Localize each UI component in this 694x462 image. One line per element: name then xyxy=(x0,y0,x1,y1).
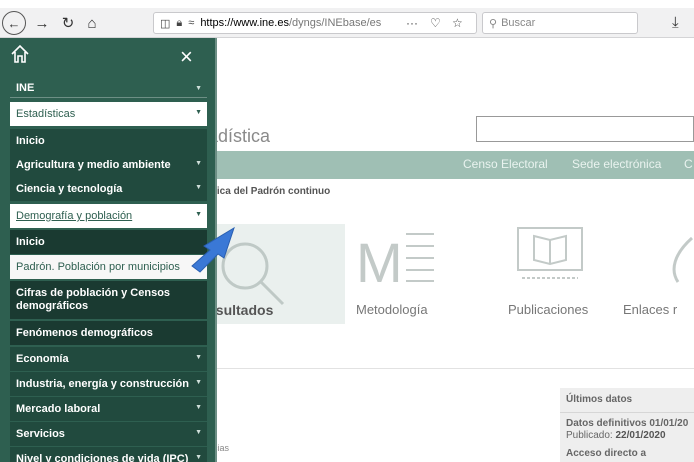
side-menu: × INE ▼ Estadísticas ▼ Inicio Agricultura … xyxy=(0,38,217,462)
permissions-icon: ≈ xyxy=(188,17,195,29)
chevron-down-icon: ▼ xyxy=(195,429,202,436)
breadcrumb: stica del Padrón continuo xyxy=(208,186,331,197)
published-date: Publicado: 22/01/2020 xyxy=(566,430,666,441)
browser-toolbar: ← → ↻ ⌂ ◫ 🔒︎ ≈ https://www.ine.es/dyngs/… xyxy=(0,8,694,38)
latest-data-heading: Últimos datos xyxy=(566,394,633,405)
chevron-down-icon: ▼ xyxy=(195,454,202,461)
browser-search-input[interactable]: ⚲ Buscar xyxy=(482,12,638,34)
tile-label-metodologia[interactable]: Metodología xyxy=(356,302,428,317)
home-icon[interactable] xyxy=(10,44,30,64)
lock-icon: 🔒︎ xyxy=(176,16,183,29)
tile-label-enlaces[interactable]: Enlaces r xyxy=(623,302,677,317)
screen: ← → ↻ ⌂ ◫ 🔒︎ ≈ https://www.ine.es/dyngs/… xyxy=(0,0,694,462)
page-actions-icon[interactable]: ··· xyxy=(406,16,418,30)
svg-text:M: M xyxy=(356,231,403,288)
tile-label-publicaciones[interactable]: Publicaciones xyxy=(508,302,588,317)
search-icon: ⚲ xyxy=(489,17,498,30)
chevron-down-icon: ▼ xyxy=(195,379,202,386)
bookmark-star-icon[interactable]: ☆ xyxy=(452,16,463,30)
publications-icon xyxy=(517,227,583,279)
cropped-top-heading xyxy=(0,0,694,8)
submenu-item-padron[interactable]: Padrón. Población por municipios xyxy=(10,255,207,279)
close-icon[interactable]: × xyxy=(180,46,193,68)
definitive-data-link[interactable]: Datos definitivos 01/01/20 xyxy=(566,418,688,429)
menu-item-servicios[interactable]: Servicios ▼ xyxy=(10,422,207,446)
menu-item-nivel-vida[interactable]: Nivel y condiciones de vida (IPC) ▼ xyxy=(10,447,207,462)
links-icon xyxy=(672,236,693,283)
site-search-input[interactable] xyxy=(476,116,694,142)
submenu-item-fenomenos[interactable]: Fenómenos demográficos xyxy=(10,321,207,345)
navbar-link-more[interactable]: C xyxy=(684,157,693,171)
navbar-link-censo[interactable]: Censo Electoral xyxy=(463,157,548,171)
chevron-down-icon: ▼ xyxy=(195,354,202,361)
tile-label-resultados[interactable]: esultados xyxy=(208,302,273,318)
menu-item-inicio[interactable]: Inicio xyxy=(10,129,207,153)
pocket-icon[interactable]: ♡ xyxy=(430,16,441,30)
latest-data-box: Últimos datos Datos definitivos 01/01/20… xyxy=(560,388,694,462)
site-title: adística xyxy=(208,126,271,146)
chevron-down-icon: ▼ xyxy=(195,109,202,116)
forward-button[interactable]: → xyxy=(32,11,52,35)
reload-button[interactable]: ↻ xyxy=(58,11,78,35)
menu-item-economia[interactable]: Economía ▼ xyxy=(10,347,207,371)
download-icon[interactable]: ⤓ xyxy=(672,14,679,31)
shield-icon: ◫ xyxy=(160,17,171,30)
menu-item-agricultura[interactable]: Agricultura y medio ambiente ▼ xyxy=(10,153,207,177)
chevron-down-icon: ▼ xyxy=(195,160,202,167)
menu-item-mercado-laboral[interactable]: Mercado laboral ▼ xyxy=(10,397,207,421)
chevron-down-icon: ▼ xyxy=(195,184,202,191)
navbar-link-sede[interactable]: Sede electrónica xyxy=(572,157,661,171)
submenu-item-inicio[interactable]: Inicio xyxy=(10,230,207,254)
menu-item-ciencia[interactable]: Ciencia y tecnología ▼ xyxy=(10,177,207,201)
back-button[interactable]: ← xyxy=(2,11,26,35)
submenu-item-cifras[interactable]: Cifras de población y Censos demográfico… xyxy=(10,281,207,319)
arrow-pointer xyxy=(191,226,235,273)
chevron-down-icon: ▼ xyxy=(195,211,202,218)
chevron-down-icon: ▼ xyxy=(195,404,202,411)
home-button[interactable]: ⌂ xyxy=(82,11,102,35)
direct-access-label: Acceso directo a xyxy=(566,448,647,459)
methodology-icon: M xyxy=(356,231,434,288)
url-text[interactable]: https://www.ine.es/dyngs/INEbase/es xyxy=(200,17,390,29)
menu-item-ine[interactable]: INE ▼ xyxy=(10,78,207,98)
menu-item-demografia[interactable]: Demografía y población ▼ xyxy=(10,204,207,228)
chevron-down-icon: ▼ xyxy=(195,85,202,92)
menu-item-estadisticas[interactable]: Estadísticas ▼ xyxy=(10,102,207,126)
address-bar[interactable]: ◫ 🔒︎ ≈ https://www.ine.es/dyngs/INEbase/… xyxy=(153,12,477,34)
menu-item-industria[interactable]: Industria, energía y construcción ▼ xyxy=(10,372,207,396)
